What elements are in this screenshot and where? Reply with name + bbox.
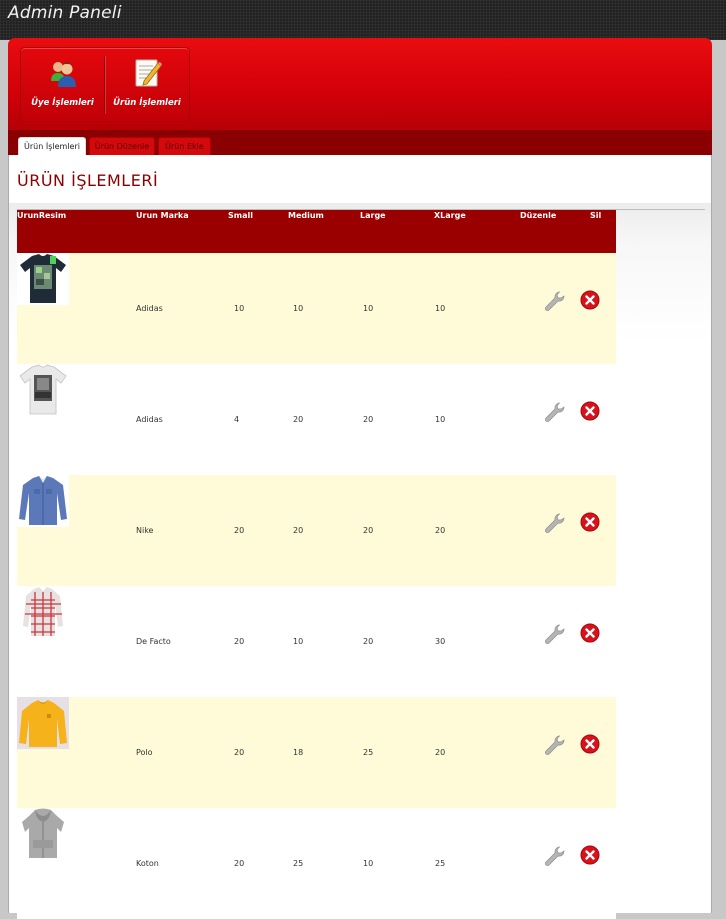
delete-icon[interactable] bbox=[580, 290, 600, 310]
cell-xlarge: 20 bbox=[422, 475, 505, 586]
cell-large: 20 bbox=[348, 475, 422, 586]
table-row: Nike 20 20 20 20 bbox=[17, 475, 616, 586]
cell-large: 10 bbox=[348, 808, 422, 919]
cell-brand: Adidas bbox=[136, 253, 218, 364]
cell-xlarge: 10 bbox=[422, 364, 505, 475]
module-panel: Üye İşlemleri Ürün İşlemleri bbox=[8, 38, 712, 134]
top-header: Admin Paneli bbox=[0, 0, 726, 40]
table-row: Adidas 10 10 10 10 bbox=[17, 253, 616, 364]
table-row: De Facto 20 10 20 30 bbox=[17, 586, 616, 697]
cell-medium: 20 bbox=[277, 364, 348, 475]
cell-small: 10 bbox=[218, 253, 277, 364]
delete-icon[interactable] bbox=[580, 401, 600, 421]
cell-large: 20 bbox=[348, 586, 422, 697]
wrench-icon[interactable] bbox=[543, 401, 565, 423]
wrench-icon[interactable] bbox=[543, 623, 565, 645]
product-image-yellow-sweatshirt[interactable] bbox=[17, 697, 69, 749]
cell-medium: 25 bbox=[277, 808, 348, 919]
tab-product-operations[interactable]: Ürün İşlemleri bbox=[18, 137, 86, 155]
delete-icon[interactable] bbox=[580, 512, 600, 532]
cell-medium: 18 bbox=[277, 697, 348, 808]
product-image-plaid-shirt[interactable] bbox=[17, 586, 69, 638]
cell-xlarge: 25 bbox=[422, 808, 505, 919]
product-image-navy-tshirt[interactable] bbox=[17, 253, 69, 305]
table-row: Polo 20 18 25 20 bbox=[17, 697, 616, 808]
header-medium: Medium bbox=[277, 210, 348, 253]
cell-brand: Koton bbox=[136, 808, 218, 919]
app-title: Admin Paneli bbox=[8, 3, 122, 23]
wrench-icon[interactable] bbox=[543, 512, 565, 534]
products-table: UrunResim Urun Marka Small Medium Large … bbox=[17, 210, 616, 919]
wrench-icon[interactable] bbox=[543, 290, 565, 312]
header-large: Large bbox=[348, 210, 422, 253]
cell-large: 10 bbox=[348, 253, 422, 364]
cell-xlarge: 30 bbox=[422, 586, 505, 697]
cell-xlarge: 20 bbox=[422, 697, 505, 808]
cell-small: 20 bbox=[218, 808, 277, 919]
cell-small: 20 bbox=[218, 475, 277, 586]
wrench-icon[interactable] bbox=[543, 734, 565, 756]
products-module-button[interactable]: Ürün İşlemleri bbox=[105, 48, 189, 121]
tab-bar: Ürün İşlemleri Ürün Düzenle Ürün Ekle bbox=[8, 130, 712, 155]
header-small: Small bbox=[218, 210, 277, 253]
table-header-row: UrunResim Urun Marka Small Medium Large … bbox=[17, 210, 616, 253]
header-image: UrunResim bbox=[17, 210, 136, 253]
content-area: ÜRÜN İŞLEMLERİ UrunResim Urun Marka Smal… bbox=[8, 155, 712, 919]
header-brand: Urun Marka bbox=[136, 210, 218, 253]
cell-brand: De Facto bbox=[136, 586, 218, 697]
delete-icon[interactable] bbox=[580, 734, 600, 754]
cell-small: 20 bbox=[218, 697, 277, 808]
content-header: ÜRÜN İŞLEMLERİ bbox=[9, 155, 711, 203]
cell-medium: 20 bbox=[277, 475, 348, 586]
cell-large: 25 bbox=[348, 697, 422, 808]
module-button-group: Üye İşlemleri Ürün İşlemleri bbox=[20, 47, 190, 122]
delete-icon[interactable] bbox=[580, 623, 600, 643]
product-image-grey-hoodie[interactable] bbox=[17, 808, 69, 860]
product-image-white-print-tshirt[interactable] bbox=[17, 364, 69, 416]
header-delete: Sil bbox=[577, 210, 616, 253]
delete-icon[interactable] bbox=[580, 845, 600, 865]
products-module-label: Ürün İşlemleri bbox=[113, 98, 181, 108]
cell-small: 20 bbox=[218, 586, 277, 697]
tab-edit-product[interactable]: Ürün Düzenle bbox=[89, 137, 155, 155]
page-title: ÜRÜN İŞLEMLERİ bbox=[17, 171, 159, 190]
members-module-label: Üye İşlemleri bbox=[31, 98, 94, 108]
cell-medium: 10 bbox=[277, 253, 348, 364]
users-icon bbox=[50, 62, 76, 87]
cell-large: 20 bbox=[348, 364, 422, 475]
members-module-button[interactable]: Üye İşlemleri bbox=[21, 48, 104, 121]
cell-small: 4 bbox=[218, 364, 277, 475]
header-xlarge: XLarge bbox=[422, 210, 505, 253]
edit-document-icon bbox=[135, 59, 162, 87]
tab-add-product[interactable]: Ürün Ekle bbox=[158, 137, 211, 155]
wrench-icon[interactable] bbox=[543, 845, 565, 867]
product-image-blue-shirt[interactable] bbox=[17, 475, 69, 527]
cell-medium: 10 bbox=[277, 586, 348, 697]
table-row: Koton 20 25 10 25 bbox=[17, 808, 616, 919]
cell-brand: Adidas bbox=[136, 364, 218, 475]
cell-brand: Nike bbox=[136, 475, 218, 586]
cell-brand: Polo bbox=[136, 697, 218, 808]
header-edit: Düzenle bbox=[505, 210, 577, 253]
table-row: Adidas 4 20 20 10 bbox=[17, 364, 616, 475]
cell-xlarge: 10 bbox=[422, 253, 505, 364]
